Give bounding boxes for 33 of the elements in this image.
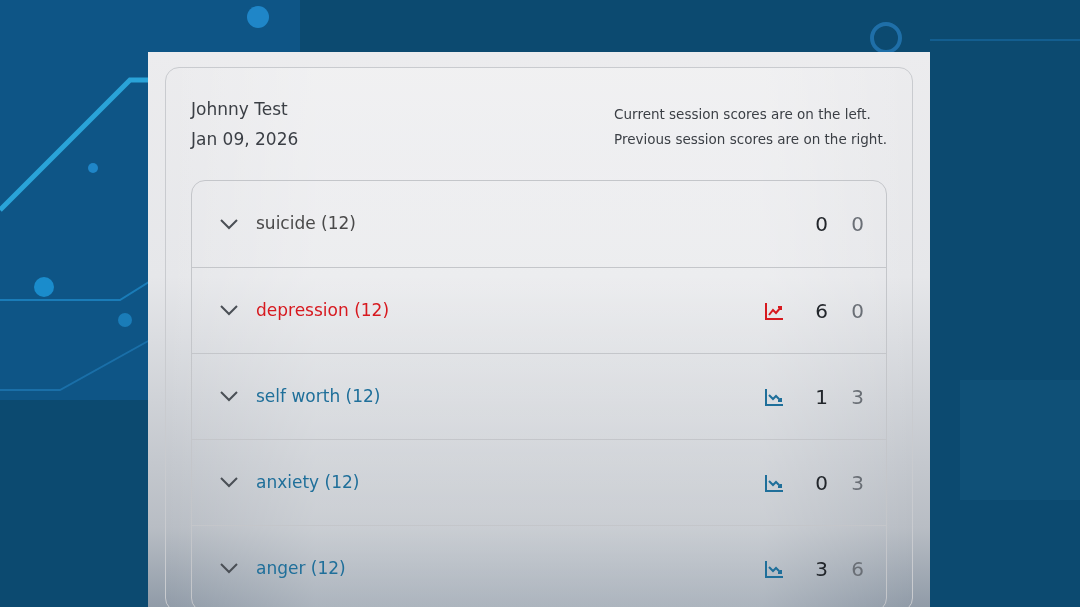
previous-score: 0 (850, 211, 864, 238)
category-label: self worth (12) (256, 384, 381, 408)
previous-score: 0 (850, 297, 864, 325)
patient-name: Johnny Test (191, 98, 289, 121)
chevron-icon[interactable] (220, 391, 238, 402)
previous-score: 6 (850, 555, 864, 583)
session-date: Jan 09, 2026 (191, 128, 299, 151)
current-score: 0 (814, 211, 828, 238)
legend-text: Previous session scores are on the right. (614, 130, 887, 149)
accordion-row[interactable]: depression (12) 6 0 (192, 267, 886, 353)
category-label: anxiety (12) (256, 470, 360, 494)
chevron-icon[interactable] (220, 305, 238, 316)
trend-down-icon (764, 472, 784, 493)
legend-text: Current session scores are on the left. (614, 105, 872, 124)
current-score: 6 (814, 297, 828, 325)
previous-score: 3 (850, 383, 864, 411)
trend-down-icon (764, 386, 784, 407)
current-score: 3 (814, 555, 828, 583)
category-label: depression (12) (256, 298, 390, 322)
previous-score: 3 (850, 469, 864, 497)
chevron-icon[interactable] (220, 218, 238, 230)
current-score: 1 (814, 383, 828, 411)
category-label: anger (12) (256, 556, 346, 580)
accordion-row[interactable]: suicide (12) 0 0 (192, 181, 886, 267)
trend-up-icon (764, 300, 784, 321)
chevron-icon[interactable] (220, 563, 238, 574)
accordion-row[interactable]: anger (12) 3 6 (192, 525, 886, 607)
category-label: suicide (12) (256, 212, 356, 236)
chevron-icon[interactable] (220, 477, 238, 488)
trend-down-icon (764, 558, 784, 579)
accordion-row[interactable]: self worth (12) 1 3 (192, 353, 886, 439)
current-score: 0 (814, 469, 828, 497)
accordion-row[interactable]: anxiety (12) 0 3 (192, 439, 886, 525)
